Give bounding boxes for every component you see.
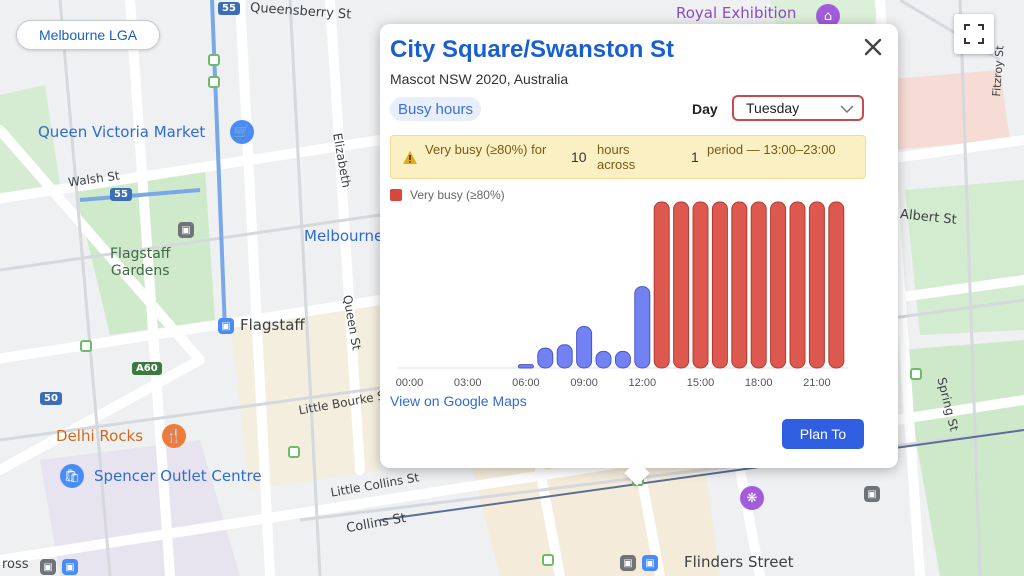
train-icon-flinders[interactable]: ▣ [620,555,636,571]
x-tick-label: 06:00 [512,377,540,389]
tram-stop-icon[interactable] [910,368,922,380]
summary-periods: 1 [691,149,699,165]
poi-delhi-rocks[interactable]: Delhi Rocks [56,427,143,445]
chart-bar-0900[interactable] [576,326,593,369]
poi-flagstaff-gardens[interactable]: Flagstaff Gardens [110,246,170,280]
x-tick-label: 15:00 [687,377,715,389]
train-station-icon[interactable]: ▣ [178,222,194,238]
shopping-bag-icon[interactable]: 🛍 [60,464,84,488]
chevron-down-icon [840,105,854,113]
chart-bar-0800[interactable] [556,344,573,369]
close-icon [864,38,882,56]
route-shield-55: 55 [218,2,240,15]
chart-bar-1200[interactable] [634,286,651,369]
busy-hours-chip: Busy hours [390,97,482,121]
popup-title: City Square/Swanston St [390,36,675,63]
busy-summary-banner: Very busy (≥80%) for 10 hours across 1 p… [390,135,866,179]
x-tick-label: 18:00 [745,377,773,389]
tram-stop-icon[interactable] [208,54,220,66]
chart-bar-2000[interactable] [789,201,806,369]
tram-stop-icon[interactable] [542,554,554,566]
melbourne-lga-chip[interactable]: Melbourne LGA [16,20,161,50]
tram-stop-icon[interactable] [288,446,300,458]
chart-bar-2100[interactable] [808,201,825,369]
label-melbourne: Melbourne [304,227,384,245]
chart-bar-0700[interactable] [537,347,554,369]
label-ross: ross [2,557,29,572]
x-tick-label: 09:00 [570,377,598,389]
metro-icon-flinders[interactable]: ▣ [642,555,658,571]
close-button[interactable] [860,34,886,60]
metro-icon-ross[interactable]: ▣ [62,559,78,575]
summary-label: Very busy (≥80%) for [425,142,547,157]
tram-stop-icon[interactable] [80,340,92,352]
day-select[interactable]: Tuesday [732,95,864,121]
x-tick-label: 12:00 [629,377,657,389]
day-select-value: Tuesday [746,100,800,116]
route-shield-a60: A60 [132,362,162,375]
warning-icon [403,151,417,164]
chart-bar-1500[interactable] [692,201,709,369]
chart-bar-1600[interactable] [711,201,728,369]
summary-hours-label: hours across [597,142,636,172]
day-label: Day [692,101,718,117]
fullscreen-button[interactable] [954,14,994,54]
chart-bar-1100[interactable] [614,350,631,369]
tram-stop-icon[interactable] [208,76,220,88]
chart-bar-2200[interactable] [828,201,845,369]
metro-station-icon[interactable]: ▣ [218,318,234,334]
chart-bar-1700[interactable] [731,201,748,369]
fullscreen-icon [964,24,984,44]
summary-period-label: period — 13:00–23:00 [707,142,836,157]
x-tick-label: 03:00 [454,377,482,389]
busy-hours-chart: 00:00 03:00 06:00 09:00 12:00 15:00 18:00 21:00 [396,201,849,389]
poi-royal-exhibition[interactable]: Royal Exhibition [676,4,796,22]
popup-address: Mascot NSW 2020, Australia [390,71,569,87]
plan-to-button[interactable]: Plan To [782,419,864,449]
shopping-cart-icon[interactable]: 🛒 [230,120,254,144]
station-flinders-street[interactable]: Flinders Street [684,553,794,571]
restaurant-icon[interactable]: 🍴 [162,424,186,448]
chart-bar-1800[interactable] [750,201,767,369]
chart-bar-1400[interactable] [673,201,690,369]
station-flagstaff[interactable]: Flagstaff [240,316,305,334]
summary-hours: 10 [571,149,587,165]
route-shield-50: 50 [40,392,62,405]
chart-bar-1900[interactable] [770,201,787,369]
chart-bar-1300[interactable] [653,201,670,369]
poi-queen-victoria-market[interactable]: Queen Victoria Market [38,123,205,141]
chart-bar-0600[interactable] [517,364,534,369]
x-tick-label: 00:00 [396,377,424,389]
poi-spencer-outlet-centre[interactable]: Spencer Outlet Centre [94,467,262,485]
x-tick-label: 21:00 [803,377,831,389]
busy-hours-popup: City Square/Swanston St Mascot NSW 2020,… [380,24,898,486]
attraction-icon[interactable]: ❋ [740,486,764,510]
train-icon-east[interactable]: ▣ [864,486,880,502]
train-icon-ross[interactable]: ▣ [40,559,56,575]
route-shield-55: 55 [110,188,132,201]
view-on-google-maps-link[interactable]: View on Google Maps [390,393,527,409]
chart-bar-1000[interactable] [595,350,612,369]
